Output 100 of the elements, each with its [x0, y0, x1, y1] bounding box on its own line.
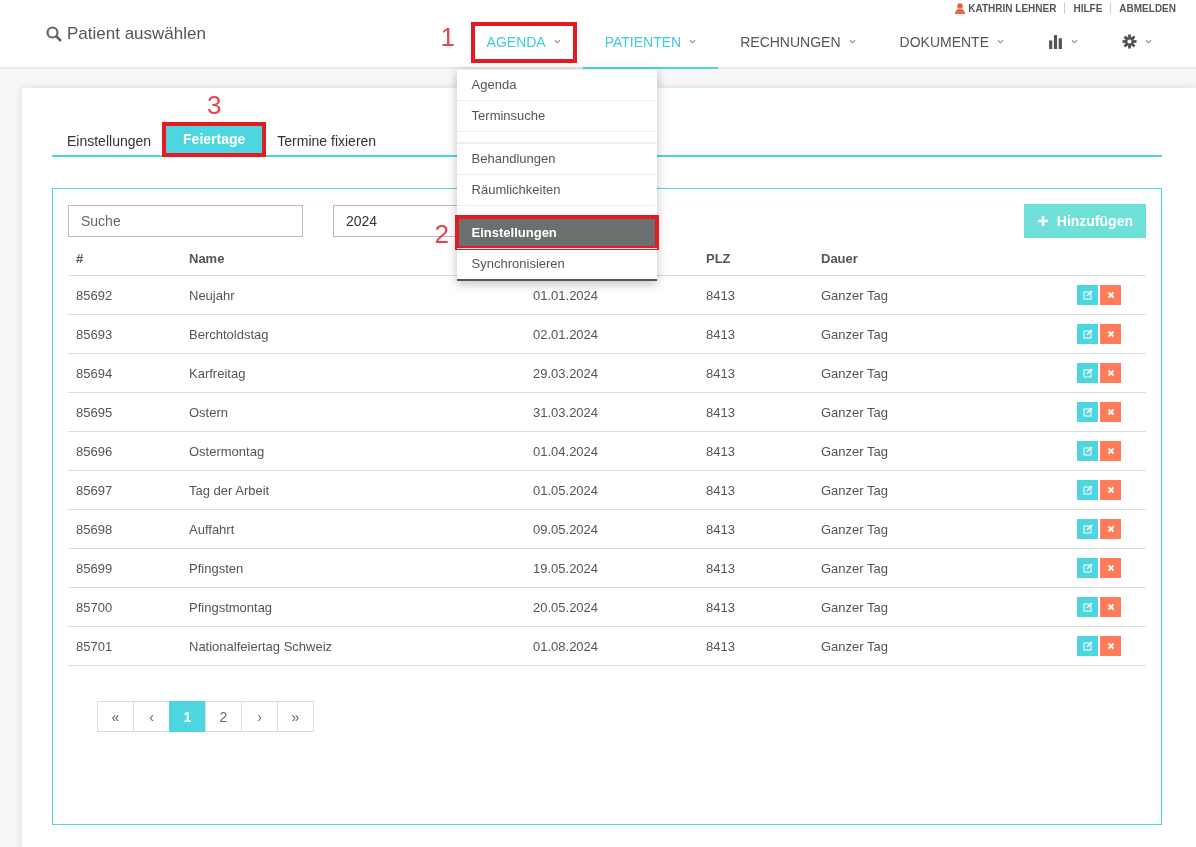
edit-icon — [1082, 524, 1093, 534]
edit-icon — [1082, 290, 1093, 300]
page-button[interactable]: ‹ — [133, 701, 170, 732]
delete-button[interactable] — [1100, 597, 1121, 617]
table-cell: Neujahr — [189, 287, 235, 303]
table-cell: 8413 — [706, 365, 735, 381]
caret-icon — [689, 39, 697, 44]
close-icon — [1105, 485, 1116, 495]
table-cell: 85696 — [76, 443, 113, 459]
search-field[interactable]: Suche — [68, 205, 303, 237]
edit-button[interactable] — [1077, 402, 1098, 422]
user-name[interactable]: KATHRIN LEHNER — [968, 2, 1057, 14]
table-cell: Karfreitag — [189, 365, 246, 381]
delete-button[interactable] — [1100, 441, 1121, 461]
edit-button[interactable] — [1077, 441, 1098, 461]
table-cell: 31.03.2024 — [533, 404, 599, 420]
table-cell: Ganzer Tag — [821, 443, 888, 459]
table-cell: 85695 — [76, 404, 113, 420]
header-link[interactable]: HILFE — [1073, 2, 1103, 14]
delete-button[interactable] — [1100, 324, 1121, 344]
edit-button[interactable] — [1077, 597, 1098, 617]
edit-icon — [1082, 368, 1093, 378]
delete-button[interactable] — [1100, 363, 1121, 383]
table-cell: 02.01.2024 — [533, 326, 599, 342]
table-cell: Ganzer Tag — [821, 365, 888, 381]
header-link[interactable]: ABMELDEN — [1119, 2, 1176, 14]
table-cell: Ganzer Tag — [821, 599, 888, 615]
edit-button[interactable] — [1077, 363, 1098, 383]
table-cell: Ganzer Tag — [821, 482, 888, 498]
table-cell: Auffahrt — [189, 521, 235, 537]
bar-chart-icon — [1048, 34, 1063, 49]
edit-button[interactable] — [1077, 324, 1098, 344]
table-cell: Ganzer Tag — [821, 638, 888, 654]
delete-button[interactable] — [1100, 285, 1121, 305]
edit-button[interactable] — [1077, 285, 1098, 305]
table-cell: Ganzer Tag — [821, 404, 888, 420]
table-cell: 85694 — [76, 365, 113, 381]
edit-button[interactable] — [1077, 558, 1098, 578]
table-cell: 8413 — [706, 443, 735, 459]
patient-search-link[interactable]: Patient auswählen — [67, 23, 206, 44]
caret-icon — [1145, 39, 1152, 44]
page-button[interactable]: › — [241, 701, 278, 732]
nav-menu[interactable]: DOKUMENTE — [877, 16, 1026, 69]
delete-button[interactable] — [1100, 636, 1121, 656]
delete-button[interactable] — [1100, 402, 1121, 422]
table-cell: 85692 — [76, 287, 113, 303]
column-header: # — [76, 251, 84, 266]
close-icon — [1105, 602, 1116, 612]
caret-icon — [1071, 39, 1078, 44]
table-cell: Ostermontag — [189, 443, 265, 459]
table-cell: 8413 — [706, 404, 735, 420]
settings-icon — [1122, 34, 1137, 49]
table-cell: 8413 — [706, 521, 735, 537]
close-icon — [1105, 446, 1116, 456]
edit-icon — [1082, 602, 1093, 612]
page-button[interactable]: « — [97, 701, 134, 732]
edit-icon — [1082, 329, 1093, 339]
edit-icon — [1082, 485, 1093, 495]
table-cell: Ganzer Tag — [821, 560, 888, 576]
table-cell: 85701 — [76, 638, 113, 654]
menu-item[interactable]: Einstellungen — [456, 217, 657, 248]
search-icon — [46, 25, 62, 42]
table-cell: 8413 — [706, 482, 735, 498]
table-cell: 85697 — [76, 482, 113, 498]
table-cell: Ostern — [189, 404, 228, 420]
edit-button[interactable] — [1077, 480, 1098, 500]
table-cell: 85698 — [76, 521, 113, 537]
tab[interactable]: Termine fixieren — [262, 126, 392, 155]
user-icon — [955, 2, 966, 14]
page-button[interactable]: 2 — [205, 701, 242, 732]
close-icon — [1105, 524, 1116, 534]
edit-icon — [1082, 641, 1093, 651]
nav-menu[interactable]: RECHNUNGEN — [718, 16, 878, 69]
close-icon — [1105, 407, 1116, 417]
table-cell: 09.05.2024 — [533, 521, 599, 537]
caret-icon — [848, 39, 856, 44]
delete-button[interactable] — [1100, 519, 1121, 539]
table-cell: 01.04.2024 — [533, 443, 599, 459]
delete-button[interactable] — [1100, 558, 1121, 578]
close-icon — [1105, 563, 1116, 573]
table-cell: 01.08.2024 — [533, 638, 599, 654]
delete-button[interactable] — [1100, 480, 1121, 500]
page-button[interactable]: » — [277, 701, 314, 732]
edit-button[interactable] — [1077, 519, 1098, 539]
table-cell: 01.05.2024 — [533, 482, 599, 498]
close-icon — [1105, 329, 1116, 339]
close-icon — [1105, 290, 1116, 300]
table-cell: Berchtoldstag — [189, 326, 269, 342]
column-header: Name — [189, 251, 225, 266]
tab[interactable]: Einstellungen — [52, 126, 167, 155]
caret-icon — [997, 39, 1004, 44]
edit-icon — [1082, 407, 1093, 417]
table-cell: Ganzer Tag — [821, 521, 888, 537]
table-cell: 85700 — [76, 599, 113, 615]
close-icon — [1105, 641, 1116, 651]
table-cell: 20.05.2024 — [533, 599, 599, 615]
table-cell: 01.01.2024 — [533, 287, 599, 303]
edit-button[interactable] — [1077, 636, 1098, 656]
table-cell: 85693 — [76, 326, 113, 342]
edit-icon — [1082, 563, 1093, 573]
